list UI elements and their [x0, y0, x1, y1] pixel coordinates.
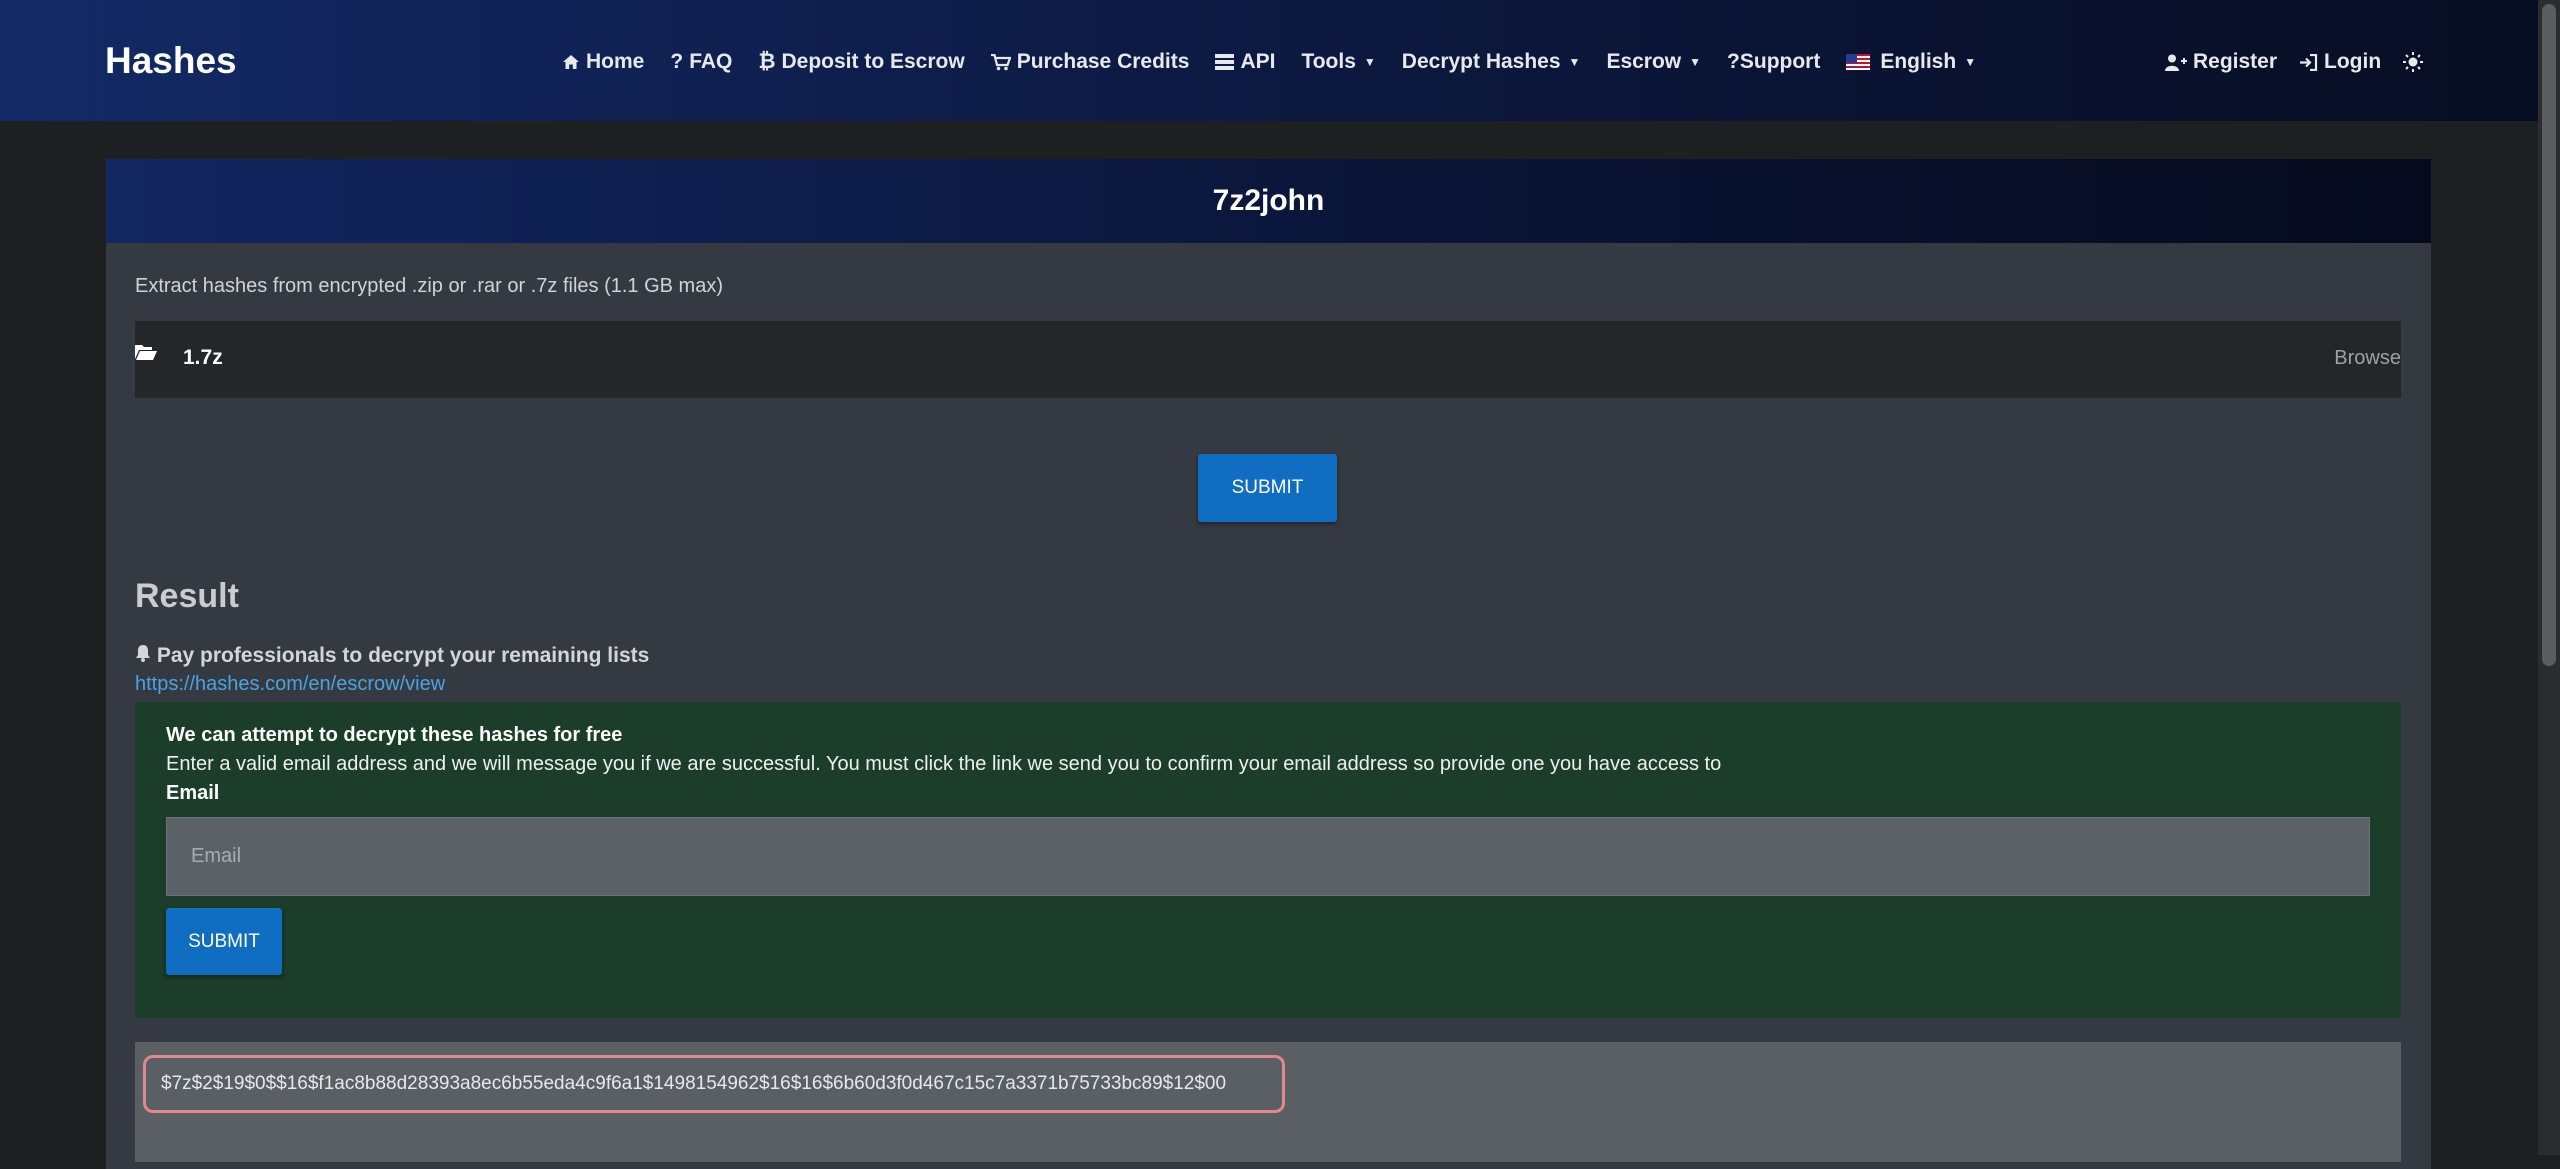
nav-api[interactable]: API	[1215, 50, 1275, 74]
nav-deposit-label: Deposit to Escrow	[781, 50, 965, 73]
nav-faq[interactable]: ? FAQ	[670, 50, 732, 74]
nav-purchase[interactable]: Purchase Credits	[990, 50, 1190, 74]
result-heading: Result	[135, 577, 239, 615]
api-icon	[1215, 54, 1235, 70]
nav-register-label: Register	[2193, 50, 2278, 73]
us-flag-icon	[1846, 54, 1871, 70]
escrow-link[interactable]: https://hashes.com/en/escrow/view	[135, 673, 445, 696]
nav-purchase-label: Purchase Credits	[1016, 50, 1190, 73]
card-description: Extract hashes from encrypted .zip or .r…	[135, 275, 723, 297]
notice-text: Pay professionals to decrypt your remain…	[156, 644, 650, 667]
folder-open-icon	[135, 345, 157, 360]
free-decrypt-panel: We can attempt to decrypt these hashes f…	[135, 702, 2401, 1018]
email-field[interactable]	[166, 817, 2370, 896]
nav-decrypt-label: Decrypt Hashes	[1401, 50, 1561, 73]
caret-down-icon: ▼	[1689, 55, 1702, 69]
account-nav: Register Login	[2165, 46, 2424, 78]
tool-card: 7z2john Extract hashes from encrypted .z…	[106, 159, 2431, 1169]
sign-in-icon	[2300, 53, 2318, 71]
nav-login-label: Login	[2324, 50, 2382, 73]
brand-logo[interactable]: Hashes	[105, 40, 237, 82]
cart-icon	[990, 53, 1011, 70]
file-input[interactable]: 1.7z Browse	[135, 321, 2401, 398]
page-scrollbar[interactable]	[2538, 0, 2560, 1155]
nav-login[interactable]: Login	[2299, 50, 2381, 74]
nav-support-label: ?Support	[1727, 50, 1821, 73]
nav-decrypt-dropdown[interactable]: Decrypt Hashes ▼	[1402, 50, 1581, 74]
main-nav: Home ? FAQ ₿ Deposit to Escrow Purchase …	[562, 46, 1976, 78]
submit-email-button[interactable]: SUBMIT	[166, 908, 282, 975]
caret-down-icon: ▼	[1363, 55, 1376, 69]
file-name: 1.7z	[183, 346, 223, 369]
free-decrypt-title: We can attempt to decrypt these hashes f…	[166, 724, 623, 746]
nav-tools-dropdown[interactable]: Tools ▼	[1301, 50, 1375, 74]
nav-language-label: English	[1880, 50, 1957, 73]
free-decrypt-text: Enter a valid email address and we will …	[166, 753, 1722, 775]
extracted-hash[interactable]: $7z$2$19$0$$16$f1ac8b88d28393a8ec6b55eda…	[143, 1055, 1285, 1113]
nav-tools-label: Tools	[1301, 50, 1356, 73]
nav-api-label: API	[1240, 50, 1276, 73]
bell-icon	[136, 645, 150, 662]
email-label: Email	[166, 782, 220, 804]
question-icon: ?	[670, 50, 684, 73]
hash-output-area[interactable]: $7z$2$19$0$$16$f1ac8b88d28393a8ec6b55eda…	[135, 1042, 2401, 1162]
caret-down-icon: ▼	[1964, 55, 1977, 69]
nav-home-label: Home	[586, 50, 645, 73]
bitcoin-icon: ₿	[758, 50, 776, 73]
nav-deposit[interactable]: ₿ Deposit to Escrow	[758, 50, 964, 74]
nav-escrow-dropdown[interactable]: Escrow ▼	[1606, 50, 1701, 74]
caret-down-icon: ▼	[1568, 55, 1581, 69]
nav-home[interactable]: Home	[562, 50, 644, 74]
user-plus-icon	[2165, 54, 2187, 71]
card-title: 7z2john	[106, 159, 2431, 243]
pay-professionals-notice: Pay professionals to decrypt your remain…	[135, 644, 649, 668]
browse-button[interactable]: Browse	[2334, 347, 2401, 370]
theme-toggle-icon	[2403, 52, 2424, 72]
nav-register[interactable]: Register	[2165, 50, 2277, 74]
nav-faq-label: FAQ	[689, 50, 733, 73]
nav-support[interactable]: ?Support	[1727, 50, 1820, 74]
nav-language-dropdown[interactable]: English ▼	[1846, 50, 1976, 74]
home-icon	[563, 55, 579, 69]
nav-escrow-label: Escrow	[1606, 50, 1682, 73]
theme-toggle[interactable]	[2403, 52, 2424, 72]
scrollbar-thumb[interactable]	[2542, 4, 2556, 666]
top-navbar: Hashes Home ? FAQ ₿ Deposit to Escrow Pu…	[0, 0, 2538, 121]
submit-file-button[interactable]: SUBMIT	[1198, 454, 1337, 522]
